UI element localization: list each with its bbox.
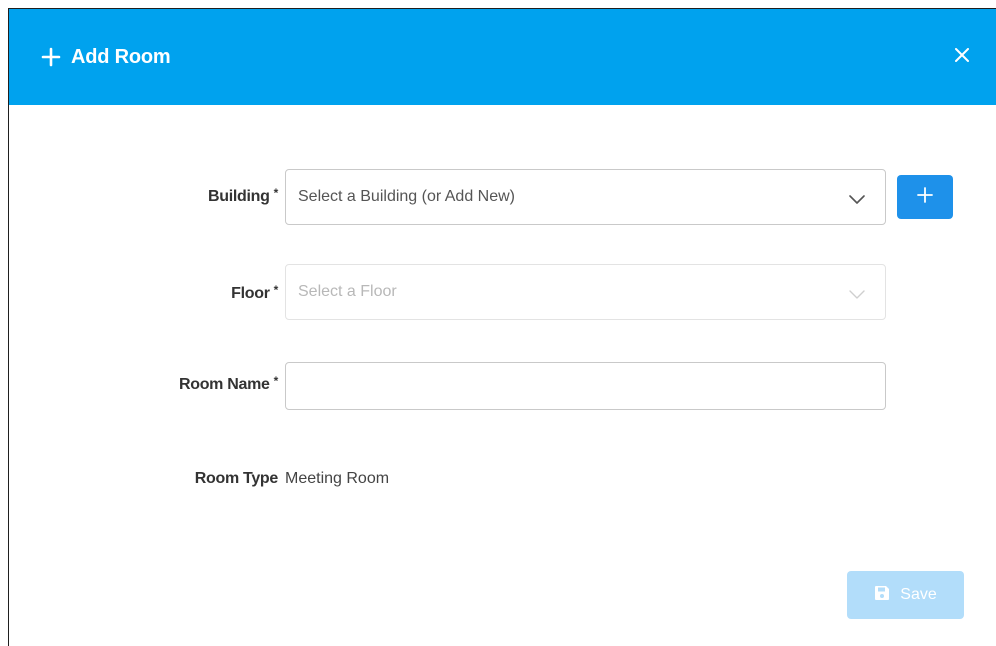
building-label-text: Building [208,188,270,205]
save-button[interactable]: Save [847,571,964,619]
room-type-label: Room Type [194,470,279,488]
floor-label: Floor * [231,283,279,303]
plus-icon [41,47,61,67]
floppy-disk-icon [874,585,890,606]
chevron-down-icon [849,287,865,305]
required-mark: * [273,283,279,297]
room-type-label-text: Room Type [194,470,279,487]
floor-select[interactable]: Select a Floor [285,264,886,320]
room-name-label-text: Room Name [178,376,270,393]
room-type-value: Meeting Room [285,470,390,487]
room-name-input[interactable] [285,362,886,410]
required-mark: * [273,374,279,388]
floor-select-placeholder: Select a Floor [298,283,397,300]
building-label: Building * [208,186,279,206]
required-mark: * [273,186,279,200]
close-button[interactable] [950,45,974,69]
building-select-placeholder: Select a Building (or Add New) [298,188,515,205]
close-icon [955,47,969,67]
dialog-title: Add Room [41,9,171,105]
save-button-label: Save [900,586,937,603]
room-name-label: Room Name * [178,374,279,394]
floor-label-text: Floor [231,285,270,302]
dialog-header: Add Room [9,9,996,105]
dialog-title-text: Add Room [71,45,171,68]
building-select[interactable]: Select a Building (or Add New) [285,169,886,225]
plus-icon [917,186,933,208]
add-building-button[interactable] [897,175,953,219]
chevron-down-icon [849,192,865,210]
add-room-dialog: Add Room Building * Select a Building (or… [8,8,996,646]
